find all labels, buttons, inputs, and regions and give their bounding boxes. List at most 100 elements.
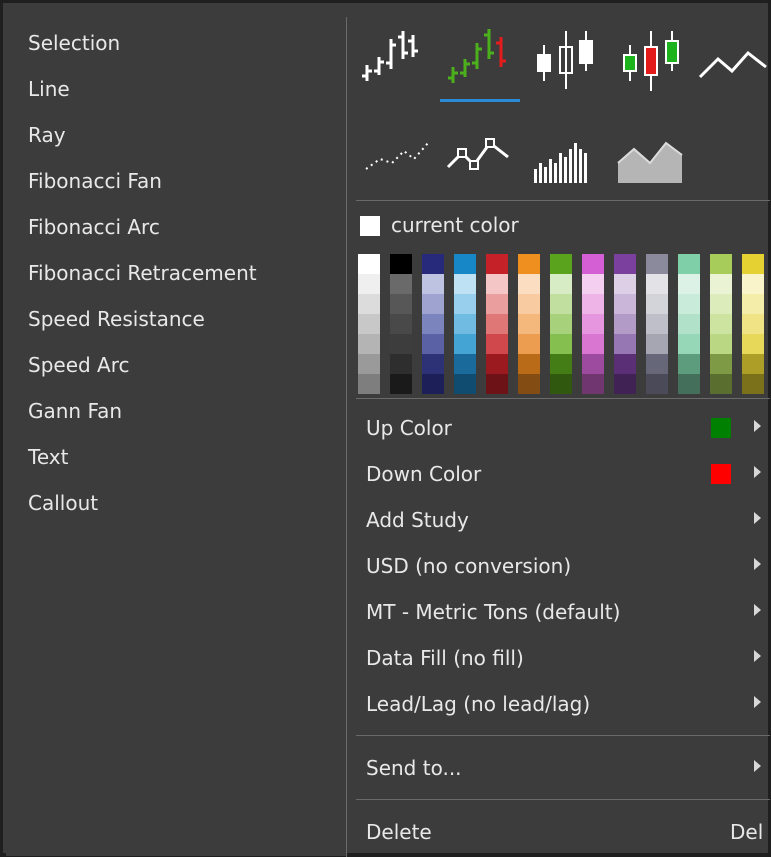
palette-color-swatch[interactable] [518, 254, 540, 274]
palette-color-swatch[interactable] [358, 254, 380, 274]
current-color-swatch[interactable] [360, 216, 380, 236]
palette-color-swatch[interactable] [710, 374, 732, 394]
palette-color-swatch[interactable] [550, 354, 572, 374]
tool-fibonacci-retracement[interactable]: Fibonacci Retracement [28, 261, 257, 285]
palette-color-swatch[interactable] [582, 354, 604, 374]
palette-color-swatch[interactable] [742, 294, 764, 314]
palette-color-swatch[interactable] [358, 274, 380, 294]
palette-color-swatch[interactable] [678, 354, 700, 374]
menu-item-delete[interactable]: Delete Del [348, 810, 771, 854]
palette-color-swatch[interactable] [742, 354, 764, 374]
palette-color-swatch[interactable] [390, 294, 412, 314]
palette-color-swatch[interactable] [582, 294, 604, 314]
palette-color-swatch[interactable] [582, 254, 604, 274]
bar-ohlc-icon[interactable] [358, 21, 438, 97]
line-with-markers-icon[interactable] [440, 119, 520, 195]
histogram-icon[interactable] [524, 119, 604, 195]
tool-text[interactable]: Text [28, 445, 68, 469]
palette-color-swatch[interactable] [358, 314, 380, 334]
palette-color-swatch[interactable] [454, 294, 476, 314]
palette-color-swatch[interactable] [646, 374, 668, 394]
palette-color-swatch[interactable] [454, 334, 476, 354]
palette-color-swatch[interactable] [646, 314, 668, 334]
palette-color-swatch[interactable] [614, 294, 636, 314]
palette-color-swatch[interactable] [742, 274, 764, 294]
palette-color-swatch[interactable] [358, 374, 380, 394]
candlestick-icon[interactable] [524, 21, 604, 97]
palette-color-swatch[interactable] [646, 274, 668, 294]
palette-color-swatch[interactable] [710, 354, 732, 374]
palette-color-swatch[interactable] [678, 294, 700, 314]
palette-color-swatch[interactable] [646, 294, 668, 314]
tool-line[interactable]: Line [28, 77, 70, 101]
palette-color-swatch[interactable] [518, 354, 540, 374]
palette-color-swatch[interactable] [550, 274, 572, 294]
palette-color-swatch[interactable] [742, 314, 764, 334]
tool-speed-arc[interactable]: Speed Arc [28, 353, 130, 377]
menu-item-add-study[interactable]: Add Study [348, 498, 771, 542]
current-color-label[interactable]: current color [391, 212, 519, 238]
palette-color-swatch[interactable] [710, 254, 732, 274]
palette-color-swatch[interactable] [454, 254, 476, 274]
palette-color-swatch[interactable] [358, 294, 380, 314]
palette-color-swatch[interactable] [422, 374, 444, 394]
palette-color-swatch[interactable] [454, 274, 476, 294]
candlestick-colored-icon[interactable] [608, 21, 688, 97]
palette-color-swatch[interactable] [390, 334, 412, 354]
palette-color-swatch[interactable] [614, 254, 636, 274]
palette-color-swatch[interactable] [358, 334, 380, 354]
palette-color-swatch[interactable] [582, 274, 604, 294]
palette-color-swatch[interactable] [678, 254, 700, 274]
palette-color-swatch[interactable] [390, 254, 412, 274]
palette-color-swatch[interactable] [678, 374, 700, 394]
palette-color-swatch[interactable] [390, 354, 412, 374]
palette-color-swatch[interactable] [550, 374, 572, 394]
palette-color-swatch[interactable] [550, 314, 572, 334]
palette-color-swatch[interactable] [710, 334, 732, 354]
palette-color-swatch[interactable] [710, 294, 732, 314]
tool-fibonacci-fan[interactable]: Fibonacci Fan [28, 169, 162, 193]
dotted-line-chart-icon[interactable] [358, 119, 438, 195]
palette-color-swatch[interactable] [742, 334, 764, 354]
palette-color-swatch[interactable] [646, 334, 668, 354]
palette-color-swatch[interactable] [422, 314, 444, 334]
palette-color-swatch[interactable] [742, 254, 764, 274]
palette-color-swatch[interactable] [422, 334, 444, 354]
palette-color-swatch[interactable] [678, 274, 700, 294]
palette-color-swatch[interactable] [550, 294, 572, 314]
palette-color-swatch[interactable] [390, 374, 412, 394]
palette-color-swatch[interactable] [678, 314, 700, 334]
palette-color-swatch[interactable] [422, 254, 444, 274]
palette-color-swatch[interactable] [518, 274, 540, 294]
palette-color-swatch[interactable] [454, 314, 476, 334]
tool-selection[interactable]: Selection [28, 31, 120, 55]
tool-ray[interactable]: Ray [28, 123, 66, 147]
palette-color-swatch[interactable] [486, 334, 508, 354]
area-chart-icon[interactable] [608, 119, 688, 195]
palette-color-swatch[interactable] [486, 254, 508, 274]
palette-color-swatch[interactable] [486, 294, 508, 314]
palette-color-swatch[interactable] [646, 254, 668, 274]
palette-color-swatch[interactable] [454, 354, 476, 374]
palette-color-swatch[interactable] [742, 374, 764, 394]
palette-color-swatch[interactable] [518, 294, 540, 314]
palette-color-swatch[interactable] [550, 254, 572, 274]
palette-color-swatch[interactable] [486, 274, 508, 294]
tool-speed-resistance[interactable]: Speed Resistance [28, 307, 205, 331]
tool-gann-fan[interactable]: Gann Fan [28, 399, 122, 423]
palette-color-swatch[interactable] [390, 274, 412, 294]
palette-color-swatch[interactable] [710, 314, 732, 334]
menu-item-down-color[interactable]: Down Color [348, 452, 771, 496]
palette-color-swatch[interactable] [614, 314, 636, 334]
palette-color-swatch[interactable] [422, 274, 444, 294]
palette-color-swatch[interactable] [390, 314, 412, 334]
palette-color-swatch[interactable] [422, 294, 444, 314]
palette-color-swatch[interactable] [582, 314, 604, 334]
palette-color-swatch[interactable] [454, 374, 476, 394]
menu-item-currency[interactable]: USD (no conversion) [348, 544, 771, 588]
palette-color-swatch[interactable] [614, 354, 636, 374]
palette-color-swatch[interactable] [518, 374, 540, 394]
tool-callout[interactable]: Callout [28, 491, 98, 515]
line-chart-icon[interactable] [692, 21, 771, 97]
palette-color-swatch[interactable] [646, 354, 668, 374]
